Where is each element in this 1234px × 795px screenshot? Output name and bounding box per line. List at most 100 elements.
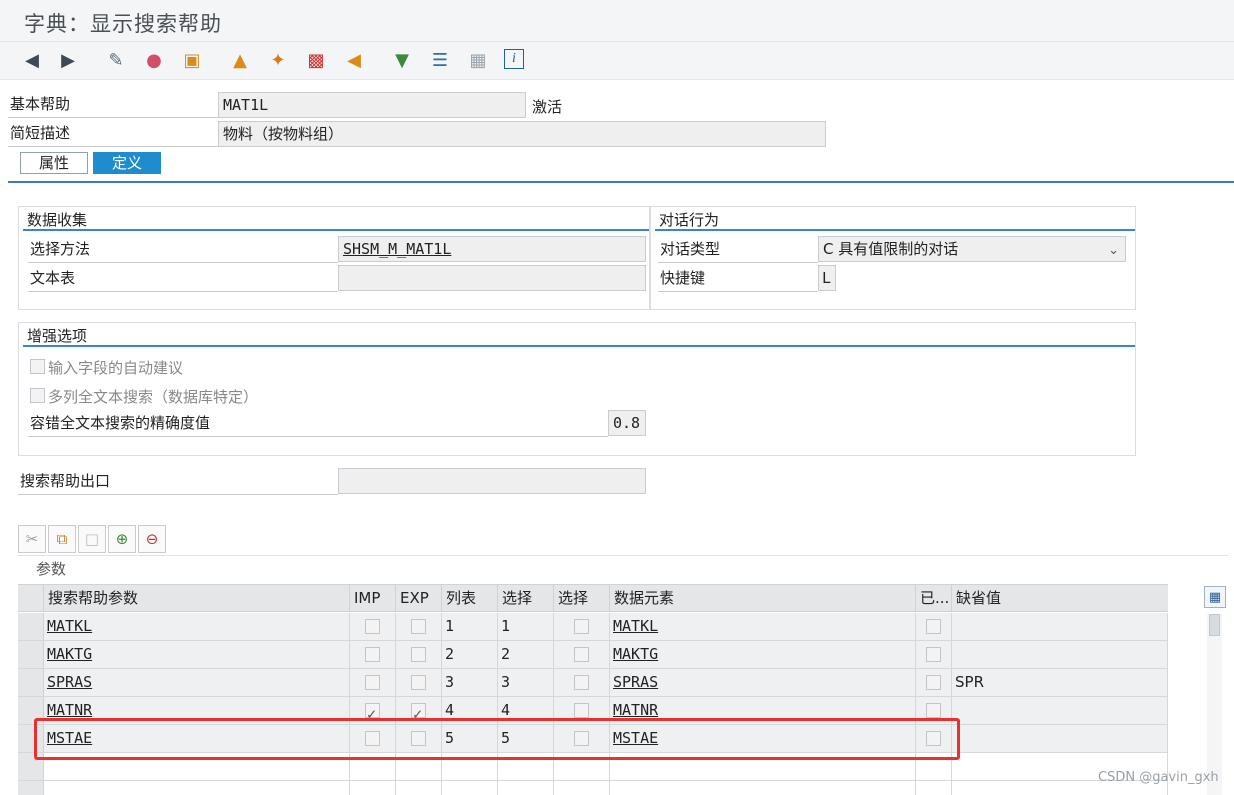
align-icon[interactable]: ☰ (428, 49, 452, 73)
col-param[interactable]: 搜索帮助参数 (44, 585, 350, 612)
delete-row-icon[interactable]: ⊖ (138, 525, 166, 553)
cell-param[interactable]: SPRAS (44, 669, 350, 696)
sdis-checkbox[interactable] (574, 703, 589, 718)
col-data-element[interactable]: 数据元素 (610, 585, 916, 612)
back-icon[interactable]: ◀ (20, 49, 44, 73)
cell-lpos[interactable]: 1 (442, 613, 498, 640)
col-exp[interactable]: EXP (396, 585, 442, 612)
cell-default[interactable] (952, 641, 1168, 668)
cell-default[interactable] (952, 697, 1168, 724)
cell-exp[interactable] (396, 753, 442, 780)
col-select-pos[interactable]: 选择 (498, 585, 554, 612)
cell-lpos[interactable]: 4 (442, 697, 498, 724)
modified-checkbox[interactable] (926, 731, 941, 746)
search-help-exit-field[interactable] (338, 468, 646, 494)
imp-checkbox[interactable] (365, 647, 380, 662)
modified-checkbox[interactable] (926, 619, 941, 634)
row-selector[interactable] (18, 781, 44, 795)
text-table-field[interactable] (338, 265, 646, 291)
fuzzy-accuracy-field[interactable]: 0.8 (608, 410, 646, 436)
info-icon[interactable]: i (504, 49, 524, 69)
row-selector[interactable] (18, 725, 44, 752)
object-list-icon[interactable]: ◀ (342, 49, 366, 73)
cell-sdis[interactable] (554, 753, 610, 780)
exp-checkbox[interactable] (411, 731, 426, 746)
cell-param[interactable]: MATKL (44, 613, 350, 640)
cell-param[interactable] (44, 781, 350, 795)
select-all-cell[interactable] (18, 585, 44, 612)
other-object-icon[interactable]: ● (142, 49, 166, 73)
cell-spos[interactable] (498, 753, 554, 780)
row-selector[interactable] (18, 669, 44, 696)
cell-spos[interactable]: 3 (498, 669, 554, 696)
cell-element[interactable] (610, 781, 916, 795)
sdis-checkbox[interactable] (574, 619, 589, 634)
table-row[interactable]: MAKTG 2 2 MAKTG (18, 641, 1168, 669)
sdis-checkbox[interactable] (574, 731, 589, 746)
sdis-checkbox[interactable] (574, 647, 589, 662)
row-selector[interactable] (18, 613, 44, 640)
cell-imp[interactable] (350, 753, 396, 780)
auto-suggest-checkbox[interactable] (30, 359, 45, 374)
test-icon[interactable]: ▩ (304, 49, 328, 73)
row-selector[interactable] (18, 697, 44, 724)
hierarchy-icon[interactable]: ▼ (390, 49, 414, 73)
cell-spos[interactable]: 1 (498, 613, 554, 640)
cell-lpos[interactable]: 2 (442, 641, 498, 668)
basic-help-field[interactable]: MAT1L (218, 92, 526, 118)
col-default[interactable]: 缺省值 (952, 585, 1168, 612)
cut-icon[interactable]: ✂ (18, 525, 46, 553)
cell-default[interactable]: SPR (952, 669, 1168, 696)
table-row[interactable] (18, 753, 1168, 781)
imp-checkbox[interactable] (365, 701, 380, 724)
cell-default[interactable] (952, 613, 1168, 640)
cell-param[interactable]: MAKTG (44, 641, 350, 668)
display-change-icon[interactable]: ✎ (104, 49, 128, 73)
tab-attributes[interactable]: 属性 (20, 152, 89, 174)
exp-checkbox[interactable] (411, 675, 426, 690)
chevron-down-icon[interactable]: ⌄ (1108, 239, 1119, 261)
multi-column-search-checkbox[interactable] (30, 388, 45, 403)
cell-lpos[interactable]: 5 (442, 725, 498, 752)
table-row[interactable]: MATNR 44 MATNR (18, 697, 1168, 725)
cell-element[interactable]: MAKTG (610, 641, 916, 668)
cell-element[interactable]: SPRAS (610, 669, 916, 696)
cell-imp[interactable] (350, 781, 396, 795)
cell-element[interactable] (610, 753, 916, 780)
cell-spos[interactable]: 5 (498, 725, 554, 752)
imp-checkbox[interactable] (365, 675, 380, 690)
cell-exp[interactable] (396, 781, 442, 795)
cell-default[interactable] (952, 725, 1168, 752)
paste-icon[interactable]: □ (78, 525, 106, 553)
cell-lpos[interactable] (442, 753, 498, 780)
cell-param[interactable]: MSTAE (44, 725, 350, 752)
modified-checkbox[interactable] (926, 703, 941, 718)
cell-modified[interactable] (916, 753, 952, 780)
cell-element[interactable]: MATKL (610, 613, 916, 640)
cell-element[interactable]: MSTAE (610, 725, 916, 752)
scrollbar-thumb[interactable] (1209, 614, 1220, 636)
col-imp[interactable]: IMP (350, 585, 396, 612)
row-selector[interactable] (18, 753, 44, 780)
cell-spos[interactable] (498, 781, 554, 795)
exp-checkbox[interactable] (411, 647, 426, 662)
imp-checkbox[interactable] (365, 619, 380, 634)
cell-param[interactable]: MATNR (44, 697, 350, 724)
modified-checkbox[interactable] (926, 675, 941, 690)
activate-icon[interactable]: ▣ (180, 49, 204, 73)
vertical-scrollbar[interactable] (1207, 614, 1222, 795)
modified-checkbox[interactable] (926, 647, 941, 662)
imp-checkbox[interactable] (365, 731, 380, 746)
column-settings-icon[interactable]: ▦ (1204, 586, 1226, 608)
short-desc-field[interactable]: 物料（按物料组） (218, 121, 826, 147)
selection-method-field[interactable]: SHSM_M_MAT1L (338, 236, 646, 262)
forward-icon[interactable]: ▶ (56, 49, 80, 73)
dialog-type-dropdown[interactable]: C 具有值限制的对话 ⌄ (818, 236, 1126, 262)
hotkey-field[interactable]: L (818, 265, 836, 291)
cell-lpos[interactable]: 3 (442, 669, 498, 696)
cell-spos[interactable]: 4 (498, 697, 554, 724)
where-used-icon[interactable]: ▲ (228, 49, 252, 73)
cell-modified[interactable] (916, 781, 952, 795)
cell-spos[interactable]: 2 (498, 641, 554, 668)
table-row[interactable]: SPRAS 3 3 SPRAS SPR (18, 669, 1168, 697)
